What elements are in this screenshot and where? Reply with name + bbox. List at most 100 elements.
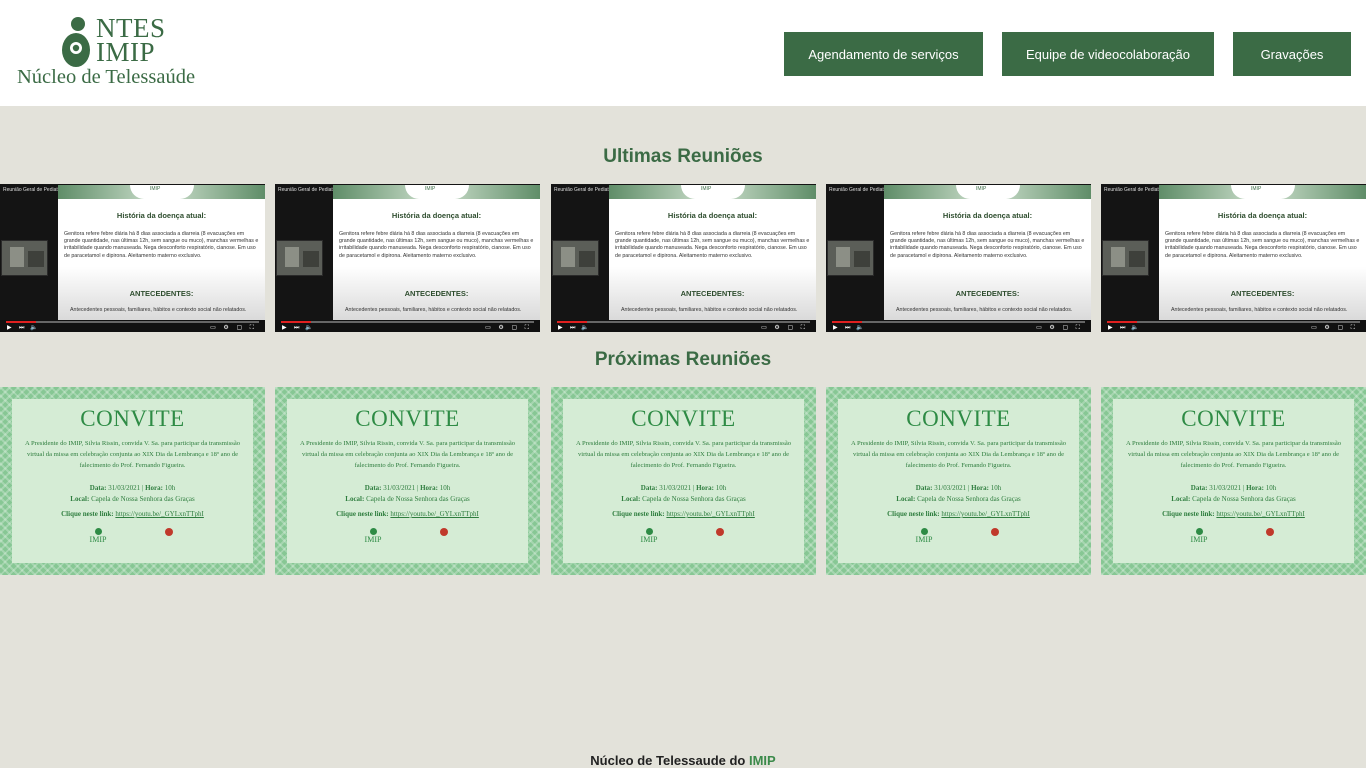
invite-title: CONVITE xyxy=(80,406,185,431)
play-icon[interactable]: ▶ xyxy=(7,325,12,331)
video-progress-fill xyxy=(832,321,862,323)
volume-icon[interactable]: 🔈 xyxy=(581,325,588,331)
slide-body: Genitora refere febre diária há 8 dias a… xyxy=(339,231,534,259)
video-thumbnail[interactable]: Reunião Geral de Pediatria IMIP História… xyxy=(0,184,265,332)
upcoming-meetings-row: CONVITE A Presidente do IMIP, Silvia Ris… xyxy=(0,387,1366,575)
invite-card[interactable]: CONVITE A Presidente do IMIP, Silvia Ris… xyxy=(0,387,265,575)
invite-card[interactable]: CONVITE A Presidente do IMIP, Silvia Ris… xyxy=(826,387,1091,575)
invite-card[interactable]: CONVITE A Presidente do IMIP, Silvia Ris… xyxy=(1101,387,1366,575)
video-thumbnail[interactable]: Reunião Geral de Pediatria IMIP História… xyxy=(551,184,816,332)
play-icon[interactable]: ▶ xyxy=(833,325,838,331)
slide-brand: IMIP xyxy=(150,186,161,192)
player-settings-icons[interactable]: ▭ ⚙ ▢ ⛶ xyxy=(1311,325,1358,331)
invite-youtube-link[interactable]: https://youtu.be/_GYLxnTTphI xyxy=(941,510,1029,518)
invite-youtube-link[interactable]: https://youtu.be/_GYLxnTTphI xyxy=(666,510,754,518)
next-icon[interactable]: ⏭ xyxy=(294,325,299,331)
date-label: Data: xyxy=(915,484,933,492)
local-label: Local: xyxy=(345,495,365,503)
slide-body-antecedentes: Antecedentes pessoais, familiares, hábit… xyxy=(1171,307,1348,313)
volume-icon[interactable]: 🔈 xyxy=(1131,325,1138,331)
play-icon[interactable]: ▶ xyxy=(558,325,563,331)
player-settings-icons[interactable]: ▭ ⚙ ▢ ⛶ xyxy=(1036,325,1083,331)
slide-banner xyxy=(609,185,816,199)
play-icon[interactable]: ▶ xyxy=(282,325,287,331)
video-progress-track[interactable] xyxy=(1107,321,1360,323)
local-label: Local: xyxy=(70,495,90,503)
video-progress-fill xyxy=(1107,321,1137,323)
invite-youtube-link[interactable]: https://youtu.be/_GYLxnTTphI xyxy=(390,510,478,518)
nav-gravacoes-button[interactable]: Gravações xyxy=(1233,32,1351,76)
imip-logo-icon xyxy=(645,528,653,535)
date-value: 31/03/2021 xyxy=(108,484,141,492)
footer-text: Núcleo de Telessaude do xyxy=(590,753,749,768)
invite-local-line: Local: Capela de Nossa Senhora das Graça… xyxy=(287,495,528,503)
video-slide: IMIP História da doença atual: Genitora … xyxy=(609,185,816,321)
slide-banner xyxy=(1159,185,1366,199)
invite-date-line: Data: 31/03/2021 | Hora: 10h xyxy=(89,484,176,492)
nav-equipe-button[interactable]: Equipe de videocolaboração xyxy=(1002,32,1214,76)
invite-text: A Presidente do IMIP, Silvia Rissin, con… xyxy=(1125,440,1342,469)
invite-card[interactable]: CONVITE A Presidente do IMIP, Silvia Ris… xyxy=(275,387,540,575)
invite-title: CONVITE xyxy=(1181,406,1286,431)
invite-youtube-link[interactable]: https://youtu.be/_GYLxnTTphI xyxy=(115,510,203,518)
invite-title: CONVITE xyxy=(631,406,736,431)
slide-body-antecedentes: Antecedentes pessoais, familiares, hábit… xyxy=(345,307,522,313)
invite-content: CONVITE A Presidente do IMIP, Silvia Ris… xyxy=(1113,399,1354,563)
slide-heading-antecedentes: ANTECEDENTES: xyxy=(955,289,1020,298)
invite-local-line: Local: Capela de Nossa Senhora das Graça… xyxy=(1113,495,1354,503)
partner-logo-mark xyxy=(716,528,724,536)
imip-logo: IMIP xyxy=(629,528,669,558)
video-slide: IMIP História da doença atual: Genitora … xyxy=(333,185,540,321)
partner-logo-mark xyxy=(991,528,999,536)
video-title: Reunião Geral de Pediatria xyxy=(554,187,615,193)
invite-card[interactable]: CONVITE A Presidente do IMIP, Silvia Ris… xyxy=(551,387,816,575)
video-thumbnail[interactable]: Reunião Geral de Pediatria IMIP História… xyxy=(1101,184,1366,332)
volume-icon[interactable]: 🔈 xyxy=(305,325,312,331)
date-value: 31/03/2021 xyxy=(1209,484,1242,492)
player-settings-icons[interactable]: ▭ ⚙ ▢ ⛶ xyxy=(210,325,257,331)
player-settings-icons[interactable]: ▭ ⚙ ▢ ⛶ xyxy=(761,325,808,331)
invite-title: CONVITE xyxy=(355,406,460,431)
recent-meetings-row: Reunião Geral de Pediatria IMIP História… xyxy=(0,184,1366,332)
next-icon[interactable]: ⏭ xyxy=(570,325,575,331)
imip-logo-name: IMIP xyxy=(915,535,933,544)
next-icon[interactable]: ⏭ xyxy=(845,325,850,331)
nav-agendamento-button[interactable]: Agendamento de serviços xyxy=(784,32,983,76)
video-thumbnail[interactable]: Reunião Geral de Pediatria IMIP História… xyxy=(275,184,540,332)
invite-link-line: Clique neste link: https://youtu.be/_GYL… xyxy=(563,510,804,518)
next-icon[interactable]: ⏭ xyxy=(1120,325,1125,331)
imip-logo-icon xyxy=(369,528,377,535)
video-progress-track[interactable] xyxy=(281,321,534,323)
invite-local-line: Local: Capela de Nossa Senhora das Graça… xyxy=(838,495,1079,503)
slide-banner xyxy=(884,185,1091,199)
next-icon[interactable]: ⏭ xyxy=(19,325,24,331)
ntes-imip-logo[interactable]: NTES IMIP Núcleo de Telessaúde xyxy=(16,14,206,90)
video-progress-track[interactable] xyxy=(557,321,810,323)
volume-icon[interactable]: 🔈 xyxy=(30,325,37,331)
slide-heading-antecedentes: ANTECEDENTES: xyxy=(404,289,469,298)
video-progress-track[interactable] xyxy=(6,321,259,323)
hour-label: Hora: xyxy=(420,484,438,492)
volume-icon[interactable]: 🔈 xyxy=(856,325,863,331)
date-value: 31/03/2021 xyxy=(659,484,692,492)
video-title: Reunião Geral de Pediatria xyxy=(1104,187,1165,193)
hour-value: 10h xyxy=(990,484,1002,492)
imip-logo-icon xyxy=(94,528,102,535)
local-value: Capela de Nossa Senhora das Graças xyxy=(91,495,195,503)
partner-logo-icon xyxy=(705,528,735,558)
video-thumbnail[interactable]: Reunião Geral de Pediatria IMIP História… xyxy=(826,184,1091,332)
footer-imip-link[interactable]: IMIP xyxy=(749,753,776,768)
presenter-webcam xyxy=(827,240,874,276)
invite-youtube-link[interactable]: https://youtu.be/_GYLxnTTphI xyxy=(1216,510,1304,518)
imip-logo: IMIP xyxy=(78,528,118,558)
video-progress-track[interactable] xyxy=(832,321,1085,323)
player-settings-icons[interactable]: ▭ ⚙ ▢ ⛶ xyxy=(485,325,532,331)
local-label: Local: xyxy=(621,495,641,503)
play-icon[interactable]: ▶ xyxy=(1108,325,1113,331)
local-value: Capela de Nossa Senhora das Graças xyxy=(642,495,746,503)
hour-label: Hora: xyxy=(696,484,714,492)
partner-logo-mark xyxy=(440,528,448,536)
local-value: Capela de Nossa Senhora das Graças xyxy=(917,495,1021,503)
mother-child-logo-icon xyxy=(62,17,90,67)
logo-line-imip: IMIP xyxy=(96,37,156,67)
